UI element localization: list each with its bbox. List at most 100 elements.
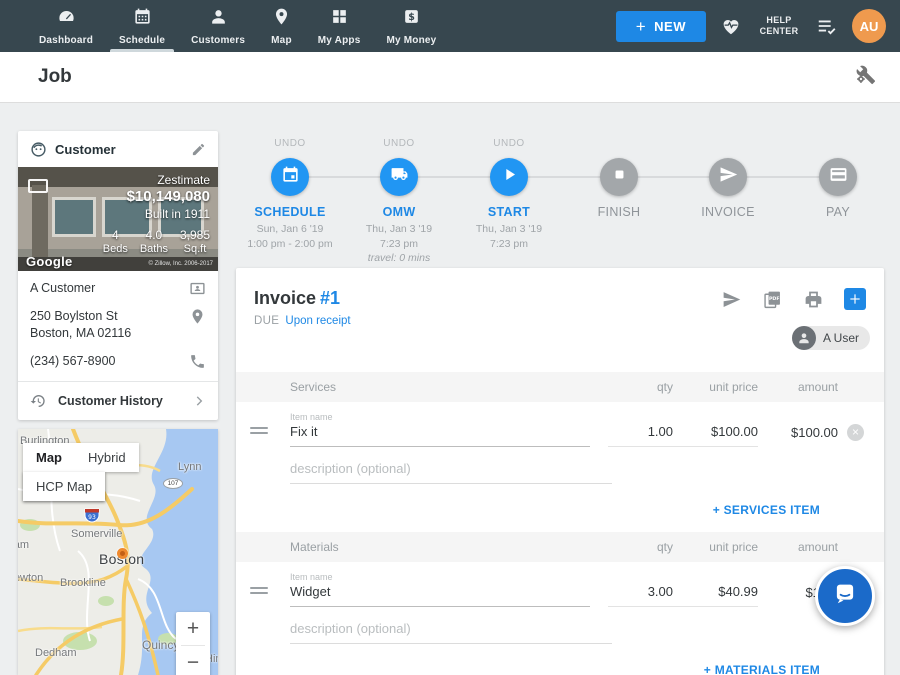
service-qty-input[interactable] <box>608 424 673 447</box>
nav-item-map[interactable]: Map <box>258 0 305 52</box>
step-detail: Sun, Jan 6 '191:00 pm - 2:00 pm <box>232 222 348 251</box>
map-type-hybrid-button[interactable]: Hybrid <box>75 443 139 472</box>
chat-bubble-icon <box>830 579 860 614</box>
invoice-number[interactable]: #1 <box>320 288 340 308</box>
item-name-label: Item name <box>290 412 864 422</box>
nav-item-customers[interactable]: Customers <box>178 0 258 52</box>
finish-step-button[interactable] <box>600 158 638 196</box>
material-item-name-input[interactable] <box>290 584 590 607</box>
nav-item-label: Customers <box>191 35 245 46</box>
zestimate-value: $10,149,080 <box>127 188 210 205</box>
material-description-input[interactable] <box>290 621 612 644</box>
stat-sqft: 3,985Sq.ft <box>180 228 210 255</box>
print-icon[interactable] <box>803 289 824 310</box>
nav-item-label: Dashboard <box>39 35 93 46</box>
nav-item-my-money[interactable]: $ My Money <box>373 0 449 52</box>
invoice-header: Invoice#1 DUE Upon receipt PDF A User <box>236 268 884 372</box>
heart-pulse-icon[interactable] <box>720 15 742 37</box>
amount-column-header: amount <box>758 540 838 554</box>
undo-start-link[interactable]: UNDO <box>451 138 567 152</box>
invoice-card: Invoice#1 DUE Upon receipt PDF A User Se… <box>236 268 884 675</box>
svg-text:93: 93 <box>88 514 96 521</box>
omw-step-button[interactable] <box>380 158 418 196</box>
nav-item-my-apps[interactable]: My Apps <box>305 0 374 52</box>
undo-omw-link[interactable]: UNDO <box>341 138 457 152</box>
item-name-label: Item name <box>290 572 864 582</box>
grid-icon <box>330 7 349 31</box>
step-label: INVOICE <box>670 205 786 219</box>
schedule-step-button[interactable] <box>271 158 309 196</box>
map-widget: Burlington Lynn Somerville Boston Waltha… <box>18 429 218 675</box>
dollar-icon: $ <box>402 7 421 31</box>
service-unit-price-input[interactable] <box>673 424 758 447</box>
add-materials-item-link[interactable]: + MATERIALS ITEM <box>704 663 820 675</box>
due-value-link[interactable]: Upon receipt <box>285 315 350 327</box>
zoom-in-button[interactable]: + <box>176 612 210 645</box>
amount-column-header: amount <box>758 380 838 394</box>
step-label: SCHEDULE <box>232 205 348 219</box>
phone-icon[interactable] <box>189 353 206 370</box>
new-button[interactable]: +NEW <box>616 11 706 42</box>
step-label: PAY <box>780 205 896 219</box>
task-list-check-icon[interactable] <box>816 15 838 37</box>
chat-bubble-button[interactable] <box>815 566 875 626</box>
assignee-chip[interactable]: A User <box>792 326 870 350</box>
materials-section-header: Materials qty unit price amount <box>236 532 884 562</box>
zoom-out-button[interactable]: − <box>176 646 210 675</box>
map-type-hcp-button[interactable]: HCP Map <box>23 472 105 501</box>
nav-item-schedule[interactable]: Schedule <box>106 0 178 52</box>
job-tools-icon[interactable] <box>855 64 876 90</box>
add-services-item-link[interactable]: + SERVICES ITEM <box>713 503 820 517</box>
map-label-quincy: Quincy <box>142 638 179 652</box>
materials-item-row: Item name $122. + MATERIALS ITEM <box>236 562 884 675</box>
customer-phone: (234) 567-8900 <box>30 353 115 370</box>
stop-icon <box>610 165 629 189</box>
material-unit-price-input[interactable] <box>673 584 758 607</box>
pay-step-button[interactable] <box>819 158 857 196</box>
history-clock-icon <box>30 393 46 409</box>
customer-address: 250 Boylston StBoston, MA 02116 <box>30 308 131 342</box>
drag-handle-icon[interactable] <box>250 584 268 597</box>
edit-pencil-icon[interactable] <box>191 142 206 157</box>
help-center-link[interactable]: HELP CENTER <box>756 15 802 38</box>
built-year: Built in 1911 <box>127 207 210 221</box>
pdf-icon[interactable]: PDF <box>762 289 783 310</box>
app-screen: Dashboard Schedule Customers Map My Apps… <box>0 0 900 675</box>
calendar-icon <box>133 7 152 31</box>
material-qty-input[interactable] <box>608 584 673 607</box>
chevron-right-icon <box>192 394 206 408</box>
street-view-icon[interactable] <box>28 179 48 193</box>
customer-card-title: Customer <box>55 142 116 157</box>
start-step-button[interactable] <box>490 158 528 196</box>
map-label-somerville: Somerville <box>71 528 122 540</box>
user-avatar[interactable]: AU <box>852 9 886 43</box>
customer-name: A Customer <box>30 280 95 297</box>
invoice-title: Invoice <box>254 288 316 308</box>
section-name: Materials <box>290 540 608 554</box>
add-invoice-button[interactable] <box>844 288 866 310</box>
service-item-name-input[interactable] <box>290 424 590 447</box>
step-start: UNDO START Thu, Jan 3 '197:23 pm <box>451 138 567 251</box>
service-amount: $100.00 <box>758 425 838 447</box>
map-type-map-button[interactable]: Map <box>23 443 75 472</box>
customer-history-row[interactable]: Customer History <box>18 381 218 420</box>
drag-handle-icon[interactable] <box>250 424 268 437</box>
send-invoice-icon[interactable] <box>721 289 742 310</box>
invoice-due-line: DUE Upon receipt <box>254 315 866 327</box>
calendar-icon <box>281 165 300 189</box>
undo-schedule-link[interactable]: UNDO <box>232 138 348 152</box>
location-pin-icon[interactable] <box>189 308 206 325</box>
nav-item-dashboard[interactable]: Dashboard <box>26 0 106 52</box>
service-description-input[interactable] <box>290 461 612 484</box>
contact-card-icon[interactable] <box>189 280 206 297</box>
page-header: Job <box>0 52 900 103</box>
remove-item-icon[interactable]: × <box>847 424 864 441</box>
unit-price-column-header: unit price <box>673 380 758 394</box>
customer-card: Customer Zestimate $10,149,080 Built in … <box>18 131 218 420</box>
map-label-lynn: Lynn <box>178 461 201 473</box>
property-photo[interactable]: Zestimate $10,149,080 Built in 1911 4Bed… <box>18 167 218 271</box>
job-location-marker[interactable] <box>117 548 128 559</box>
invoice-step-button[interactable] <box>709 158 747 196</box>
step-detail: Thu, Jan 3 '197:23 pm <box>451 222 567 251</box>
step-label: FINISH <box>561 205 677 219</box>
